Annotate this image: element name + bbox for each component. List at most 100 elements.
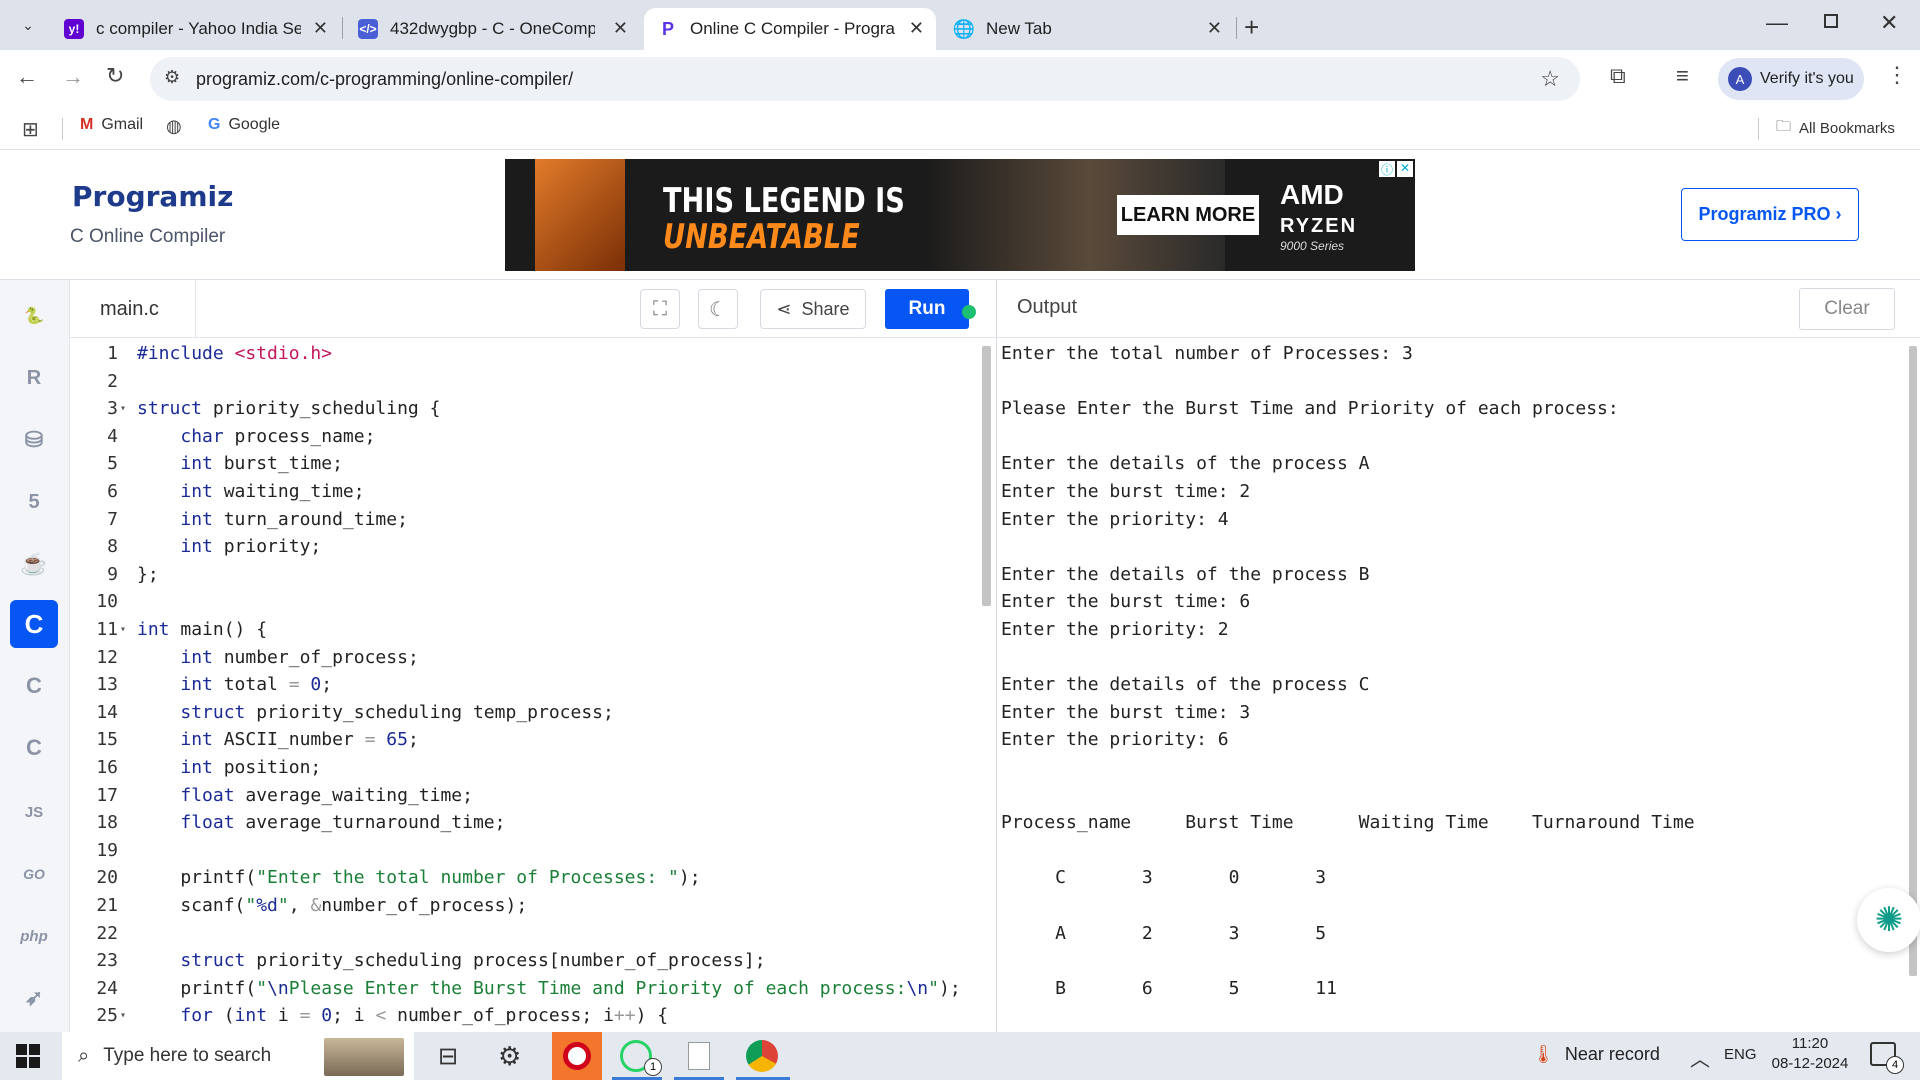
line-number: 16 [96, 757, 118, 778]
code-text[interactable]: int burst_time; [137, 450, 343, 477]
code-text[interactable]: int turn_around_time; [137, 506, 408, 533]
close-tab-icon[interactable]: ✕ [909, 18, 924, 39]
fullscreen-button[interactable]: ⛶ [640, 289, 680, 329]
bookmark-gmail[interactable]: M Gmail [80, 116, 143, 134]
code-text[interactable]: struct priority_scheduling process[numbe… [137, 947, 765, 974]
fold-arrow-icon[interactable]: ▾ [120, 395, 126, 422]
close-tab-icon[interactable]: ✕ [313, 18, 328, 39]
forward-arrow-icon[interactable]: → [62, 64, 84, 90]
code-text[interactable]: int total = 0; [137, 671, 332, 698]
ad-banner[interactable]: THIS LEGEND IS UNBEATABLE LEARN MORE AMD… [505, 159, 1415, 271]
line-number: 14 [96, 701, 118, 723]
go-icon[interactable]: GO [10, 850, 58, 898]
dark-mode-button[interactable]: ☾ [698, 289, 738, 329]
code-text[interactable]: int waiting_time; [137, 478, 364, 505]
opera-icon[interactable] [552, 1032, 602, 1080]
close-window-icon[interactable]: ✕ [1880, 10, 1898, 36]
tab-yahoo-search[interactable]: y! c compiler - Yahoo India Search ✕ [50, 8, 340, 50]
c-language-icon[interactable]: C [10, 600, 58, 648]
code-text[interactable]: int priority; [137, 533, 321, 560]
url-text[interactable]: programiz.com/c-programming/online-compi… [196, 69, 573, 90]
share-button[interactable]: ⋖ Share [760, 289, 866, 329]
notepad-file-icon[interactable] [688, 1042, 710, 1070]
clear-button[interactable]: Clear [1799, 288, 1895, 330]
python-icon[interactable]: 🐍 [10, 292, 58, 340]
code-text[interactable]: for (int i = 0; i < number_of_process; i… [137, 1002, 668, 1029]
close-tab-icon[interactable]: ✕ [613, 18, 628, 39]
clock[interactable]: 11:20 08-12-2024 [1768, 1035, 1852, 1072]
code-text[interactable]: char process_name; [137, 423, 375, 450]
taskbar-search-box[interactable]: ⌕ Type here to search [62, 1032, 414, 1080]
bookmark-google[interactable]: G Google [208, 116, 280, 134]
code-text[interactable]: }; [137, 561, 159, 588]
back-arrow-icon[interactable]: ← [16, 64, 38, 90]
site-info-icon[interactable]: ⚙ [164, 67, 180, 88]
r-language-icon[interactable]: R [10, 354, 58, 402]
fold-arrow-icon[interactable]: ▾ [120, 1002, 126, 1029]
new-tab-plus-icon[interactable]: + [1244, 12, 1259, 43]
code-text[interactable]: int ASCII_number = 65; [137, 726, 418, 753]
cpp-icon[interactable]: C [10, 662, 58, 710]
output-scrollbar[interactable] [1909, 346, 1917, 976]
apps-grid-icon[interactable]: ⊞ [22, 117, 39, 142]
chrome-icon[interactable] [746, 1040, 778, 1072]
ad-close-icon[interactable]: ✕ [1397, 161, 1413, 177]
code-text[interactable]: float average_turnaround_time; [137, 809, 505, 836]
editor-scrollbar[interactable] [982, 346, 991, 606]
ai-assistant-button[interactable]: ✺ [1857, 888, 1920, 952]
ad-info-icon[interactable]: ⓘ [1379, 161, 1395, 177]
ai-sparkle-icon: ✺ [1874, 901, 1904, 939]
show-hidden-icons-chevron-up-icon[interactable]: ︿ [1690, 1043, 1710, 1072]
code-text[interactable]: printf("\nPlease Enter the Burst Time an… [137, 975, 960, 1002]
search-icon: ⌕ [78, 1044, 90, 1067]
swift-icon[interactable]: ➶ [10, 974, 58, 1022]
output-line: C 3 0 3 [1001, 867, 1327, 889]
output-console[interactable]: Enter the total number of Processes: 3 Pl… [996, 338, 1920, 1032]
settings-gear-icon[interactable]: ⚙ [498, 1041, 521, 1072]
code-text[interactable]: struct priority_scheduling temp_process; [137, 699, 614, 726]
code-text[interactable]: int position; [137, 754, 321, 781]
code-text[interactable]: scanf("%d", &number_of_process); [137, 892, 527, 919]
bookmark-label: Gmail [101, 116, 144, 133]
ad-learn-more-button[interactable]: LEARN MORE [1117, 195, 1259, 235]
code-text[interactable]: int number_of_process; [137, 644, 418, 671]
language-indicator[interactable]: ENG [1724, 1046, 1757, 1063]
code-editor[interactable]: 1 #include <stdio.h> 2 3 ▾ struct priority_sc… [70, 338, 996, 1032]
task-view-icon[interactable]: ⊟ [438, 1042, 458, 1071]
programiz-logo[interactable]: Programiz [72, 180, 233, 213]
fold-arrow-icon[interactable]: ▾ [120, 616, 126, 643]
csharp-icon[interactable]: C [10, 724, 58, 772]
file-tab-main-c[interactable]: main.c [70, 280, 196, 338]
run-button[interactable]: Run [885, 289, 969, 329]
code-text[interactable]: int main() { [137, 616, 267, 643]
code-text[interactable]: printf("Enter the total number of Proces… [137, 864, 700, 891]
tab-new-tab[interactable]: 🌐 New Tab ✕ [940, 8, 1234, 50]
code-text[interactable]: float average_waiting_time; [137, 782, 473, 809]
php-icon[interactable]: php [10, 912, 58, 960]
sql-database-icon[interactable]: ⛁ [10, 416, 58, 464]
bookmark-globe[interactable]: ◍ [166, 116, 182, 137]
browser-menu-icon[interactable]: ⋮ [1886, 62, 1908, 88]
all-bookmarks[interactable]: 🗀 All Bookmarks [1776, 116, 1895, 141]
tab-programiz-active[interactable]: P Online C Compiler - Programiz ✕ [644, 8, 936, 50]
tab-onecompiler[interactable]: </> 432dwygbp - C - OneCompiler ✕ [344, 8, 640, 50]
tab-search-dropdown-icon[interactable]: ⌄ [12, 10, 44, 40]
minimize-window-icon[interactable]: — [1766, 10, 1788, 36]
extensions-icon[interactable]: ⧉ [1610, 63, 1626, 89]
address-bar[interactable]: ⚙ programiz.com/c-programming/online-com… [150, 57, 1580, 101]
programiz-pro-button[interactable]: Programiz PRO › [1681, 188, 1859, 241]
html5-icon[interactable]: 5 [10, 478, 58, 526]
windows-start-icon[interactable] [16, 1044, 40, 1068]
bookmark-star-icon[interactable]: ☆ [1540, 66, 1560, 92]
restore-window-icon[interactable] [1824, 14, 1838, 28]
close-tab-icon[interactable]: ✕ [1207, 18, 1222, 39]
reload-icon[interactable]: ↻ [106, 63, 124, 89]
line-number: 15 [96, 729, 118, 751]
code-text[interactable]: #include <stdio.h> [137, 340, 332, 367]
javascript-icon[interactable]: JS [10, 788, 58, 836]
profile-button[interactable]: A Verify it's you [1718, 58, 1864, 100]
weather-widget[interactable]: 🌡 Near record [1532, 1044, 1660, 1065]
java-icon[interactable]: ☕ [10, 540, 58, 588]
code-text[interactable]: struct priority_scheduling { [137, 395, 440, 422]
media-controls-icon[interactable]: ≡ [1676, 63, 1689, 89]
